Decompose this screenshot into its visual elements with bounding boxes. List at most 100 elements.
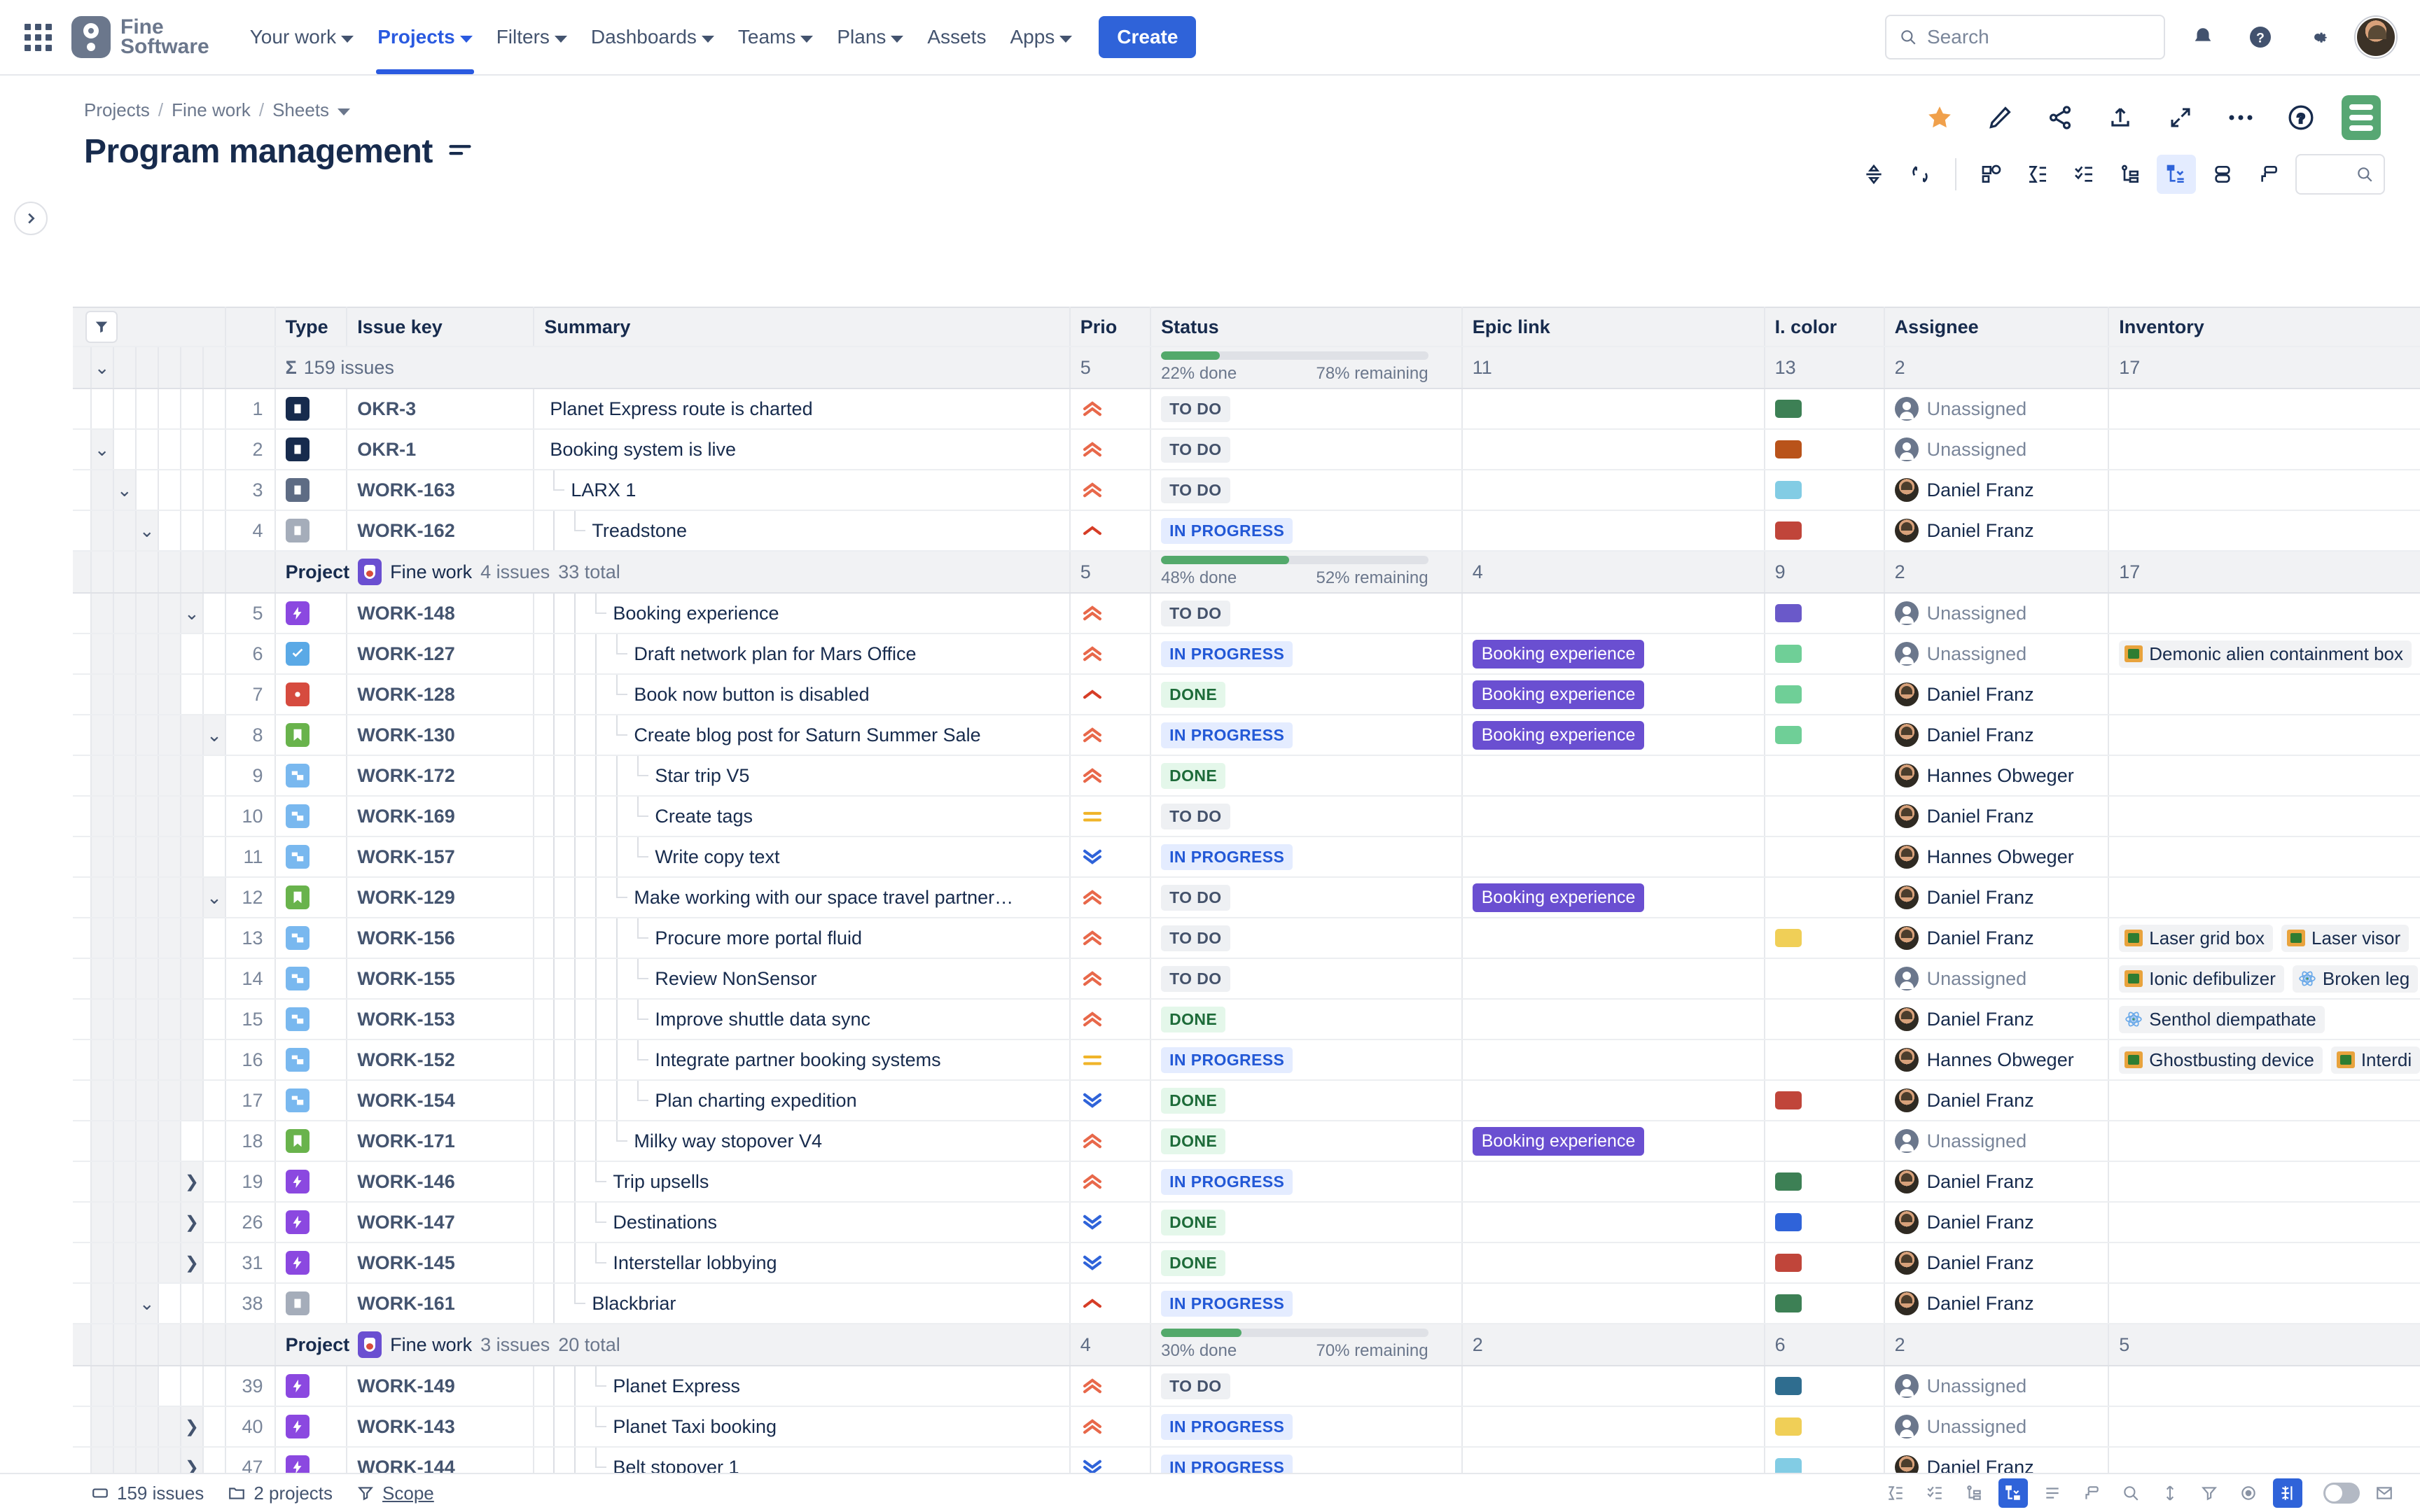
issue-color-cell[interactable] [1764, 1406, 1885, 1448]
issue-inventory-cell[interactable] [2108, 1283, 2420, 1324]
filter-icon[interactable] [85, 311, 118, 343]
issue-type-cell[interactable] [274, 1202, 348, 1243]
epic-link-pill[interactable]: Booking experience [1472, 1126, 1645, 1156]
issue-summary-cell[interactable]: Improve shuttle data sync [534, 999, 1071, 1040]
epic-link-pill[interactable]: Booking experience [1472, 680, 1645, 709]
issue-summary-cell[interactable]: Create tags [534, 796, 1071, 837]
status-issues-count[interactable]: 159 issues [91, 1483, 204, 1504]
issue-assignee-cell[interactable]: Daniel Franz [1884, 470, 2110, 511]
issue-inventory-cell[interactable] [2108, 1121, 2420, 1162]
issue-color-cell[interactable] [1764, 388, 1885, 430]
table-row[interactable]: 17 WORK-154 Plan charting expedition DONE Da… [73, 1080, 2420, 1121]
issue-assignee-cell[interactable]: Daniel Franz [1884, 1283, 2110, 1324]
issue-key-cell[interactable]: WORK-148 [347, 593, 535, 634]
nav-item-assets[interactable]: Assets [917, 15, 996, 59]
issue-type-cell[interactable] [274, 429, 348, 470]
issue-status-cell[interactable]: IN PROGRESS [1150, 1161, 1463, 1203]
epic-link-pill[interactable]: Booking experience [1472, 720, 1645, 750]
issue-key-cell[interactable]: WORK-171 [347, 1121, 535, 1162]
chevron-down-icon[interactable]: ⌄ [117, 470, 132, 509]
issue-key-link[interactable]: WORK-127 [357, 643, 455, 664]
sum-icon[interactable] [1881, 1478, 1910, 1508]
rows-icon[interactable] [2038, 1478, 2067, 1508]
chevron-down-icon[interactable]: ⌄ [95, 430, 110, 468]
issue-type-cell[interactable] [274, 1161, 348, 1203]
issue-key-cell[interactable]: WORK-172 [347, 755, 535, 797]
issue-summary-cell[interactable]: Star trip V5 [534, 755, 1071, 797]
issue-assignee-cell[interactable]: Unassigned [1884, 1366, 2110, 1407]
issue-key-cell[interactable]: WORK-169 [347, 796, 535, 837]
th-epic-link[interactable]: Epic link [1461, 307, 1765, 347]
table-row[interactable]: ❯ 26 WORK-147 Destinations DONE Daniel Franz [73, 1202, 2420, 1243]
table-row[interactable]: 16 WORK-152 Integrate partner booking syst… [73, 1040, 2420, 1081]
issue-priority-cell[interactable] [1069, 999, 1152, 1040]
issue-priority-cell[interactable] [1069, 1040, 1152, 1081]
issue-assignee-cell[interactable]: Daniel Franz [1884, 918, 2110, 959]
issue-status-cell[interactable]: TO DO [1150, 388, 1463, 430]
issue-type-cell[interactable] [274, 755, 348, 797]
refresh-icon[interactable] [1900, 155, 1940, 194]
expand-all-toggle[interactable]: ⌄ [90, 346, 114, 389]
issue-priority-cell[interactable] [1069, 1242, 1152, 1284]
issue-status-cell[interactable]: IN PROGRESS [1150, 1040, 1463, 1081]
inventory-chip[interactable]: Demonic alien containment box [2119, 640, 2412, 668]
issue-summary-cell[interactable]: Write copy text [534, 836, 1071, 878]
issue-type-cell[interactable] [274, 1242, 348, 1284]
create-button[interactable]: Create [1099, 16, 1197, 58]
issue-summary-cell[interactable]: Milky way stopover V4 [534, 1121, 1071, 1162]
issue-inventory-cell[interactable] [2108, 388, 2420, 430]
project-group-row[interactable]: Project Fine work 3 issues 20 total 4 30% don… [73, 1324, 2420, 1366]
issue-epic-link-cell[interactable]: Booking experience [1461, 877, 1765, 918]
table-row[interactable]: 9 WORK-172 Star trip V5 DONE Hannes Obweger [73, 755, 2420, 797]
issue-key-cell[interactable]: OKR-1 [347, 429, 535, 470]
chevron-right-icon[interactable]: ❯ [185, 1162, 199, 1200]
app-switcher-icon[interactable] [18, 18, 57, 57]
issue-color-cell[interactable] [1764, 1161, 1885, 1203]
status-scope-link[interactable]: Scope [356, 1483, 434, 1504]
issue-key-link[interactable]: WORK-156 [357, 927, 455, 948]
issue-assignee-cell[interactable]: Daniel Franz [1884, 1242, 2110, 1284]
sidebar-expand-button[interactable] [14, 202, 48, 235]
issue-key-link[interactable]: WORK-157 [357, 846, 455, 867]
issue-color-cell[interactable] [1764, 1121, 1885, 1162]
chevron-right-icon[interactable]: ❯ [185, 1407, 199, 1446]
issue-type-cell[interactable] [274, 1283, 348, 1324]
expand-toggle[interactable]: ❯ [180, 1242, 204, 1284]
expand-toggle[interactable]: ⌄ [202, 877, 227, 918]
issue-type-cell[interactable] [274, 388, 348, 430]
issue-inventory-cell[interactable]: Senthol diempathate [2108, 999, 2420, 1040]
inventory-chip[interactable]: Ghostbusting device [2119, 1046, 2323, 1074]
hierarchy-icon[interactable] [1959, 1478, 1989, 1508]
inventory-chip[interactable]: Interdi [2330, 1046, 2420, 1074]
share-icon[interactable] [2040, 98, 2080, 137]
expand-toggle[interactable]: ⌄ [180, 593, 204, 634]
issue-inventory-cell[interactable] [2108, 877, 2420, 918]
scope-icon[interactable] [1972, 155, 2011, 194]
status-projects-count[interactable]: 2 projects [228, 1483, 333, 1504]
table-row[interactable]: 13 WORK-156 Procure more portal fluid TO DO… [73, 918, 2420, 959]
issue-priority-cell[interactable] [1069, 470, 1152, 511]
issue-epic-link-cell[interactable] [1461, 1447, 1765, 1473]
issue-epic-link-cell[interactable] [1461, 796, 1765, 837]
inventory-chip[interactable]: Senthol diempathate [2119, 1005, 2325, 1033]
nav-item-projects[interactable]: Projects [368, 15, 482, 74]
issue-assignee-cell[interactable]: Daniel Franz [1884, 877, 2110, 918]
issue-status-cell[interactable]: DONE [1150, 755, 1463, 797]
issue-status-cell[interactable]: IN PROGRESS [1150, 1406, 1463, 1448]
table-row[interactable]: 7 WORK-128 Book now button is disabled DONE… [73, 674, 2420, 715]
issue-key-cell[interactable]: WORK-146 [347, 1161, 535, 1203]
issue-key-link[interactable]: WORK-128 [357, 684, 455, 705]
hierarchy-icon[interactable] [2110, 155, 2150, 194]
issue-inventory-cell[interactable] [2108, 1080, 2420, 1121]
issue-color-cell[interactable] [1764, 1080, 1885, 1121]
issue-priority-cell[interactable] [1069, 1366, 1152, 1407]
issue-epic-link-cell[interactable] [1461, 999, 1765, 1040]
table-row[interactable]: ⌄ 4 WORK-162 Treadstone IN PROGRESS Daniel Fr… [73, 510, 2420, 552]
issue-type-cell[interactable] [274, 877, 348, 918]
settings-icon[interactable] [2298, 18, 2337, 57]
issue-type-cell[interactable] [274, 634, 348, 675]
issue-priority-cell[interactable] [1069, 388, 1152, 430]
issue-type-cell[interactable] [274, 796, 348, 837]
nav-item-apps[interactable]: Apps [1000, 15, 1082, 59]
issue-epic-link-cell[interactable] [1461, 1080, 1765, 1121]
